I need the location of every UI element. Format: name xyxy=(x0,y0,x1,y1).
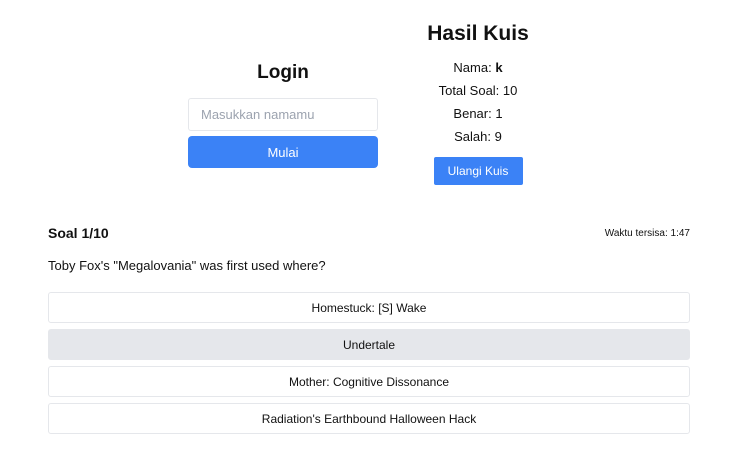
quiz-section: Soal 1/10 Waktu tersisa: 1:47 Toby Fox's… xyxy=(48,222,690,440)
answer-option[interactable]: Mother: Cognitive Dissonance xyxy=(48,366,690,397)
answer-options: Homestuck: [S] Wake Undertale Mother: Co… xyxy=(48,292,690,434)
question-text: Toby Fox's "Megalovania" was first used … xyxy=(48,258,326,273)
start-button[interactable]: Mulai xyxy=(188,136,378,168)
answer-option[interactable]: Homestuck: [S] Wake xyxy=(48,292,690,323)
top-section: Login Mulai Hasil Kuis Nama: k Total Soa… xyxy=(0,0,748,205)
result-wrong-value: 9 xyxy=(494,129,502,144)
result-total: Total Soal: 10 xyxy=(418,79,538,102)
answer-option[interactable]: Radiation's Earthbound Halloween Hack xyxy=(48,403,690,434)
quiz-header: Soal 1/10 Waktu tersisa: 1:47 xyxy=(48,222,690,244)
question-counter: Soal 1/10 xyxy=(48,225,109,241)
result-name-label: Nama: xyxy=(453,60,496,75)
result-wrong-label: Salah: xyxy=(454,129,495,144)
name-input[interactable] xyxy=(188,98,378,131)
result-correct: Benar: 1 xyxy=(418,102,538,125)
login-title: Login xyxy=(257,62,309,83)
result-wrong: Salah: 9 xyxy=(418,125,538,148)
login-panel: Login Mulai xyxy=(188,62,378,168)
result-title: Hasil Kuis xyxy=(427,22,529,45)
result-name: Nama: k xyxy=(418,56,538,79)
result-panel: Hasil Kuis Nama: k Total Soal: 10 Benar:… xyxy=(418,22,538,185)
result-total-label: Total Soal: xyxy=(438,83,503,98)
time-remaining: Waktu tersisa: 1:47 xyxy=(604,227,690,239)
result-total-value: 10 xyxy=(502,83,518,98)
retry-button[interactable]: Ulangi Kuis xyxy=(433,157,523,185)
result-name-value: k xyxy=(495,60,503,75)
result-correct-value: 1 xyxy=(495,106,503,121)
answer-option[interactable]: Undertale xyxy=(48,329,690,360)
result-correct-label: Benar: xyxy=(453,106,496,121)
